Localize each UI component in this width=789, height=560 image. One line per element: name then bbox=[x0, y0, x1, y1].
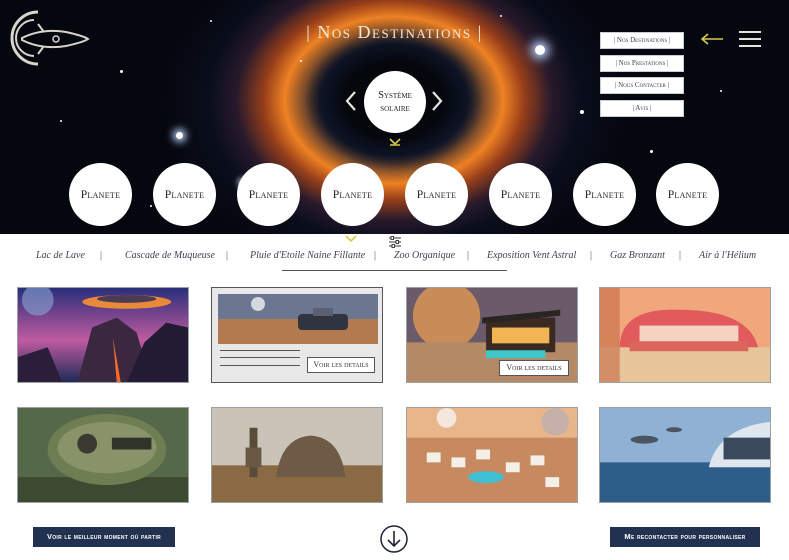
chevron-right-icon[interactable] bbox=[430, 90, 444, 112]
planet-button[interactable]: Planete bbox=[489, 163, 552, 226]
filter-separator: | bbox=[100, 250, 103, 261]
destination-card[interactable] bbox=[599, 287, 771, 383]
destination-image bbox=[218, 294, 378, 344]
filter-cascade-de-muqueuse[interactable]: Cascade de Muqueuse bbox=[125, 250, 215, 261]
planet-button[interactable]: Planete bbox=[69, 163, 132, 226]
arrow-left-icon[interactable] bbox=[700, 32, 724, 46]
planet-button[interactable]: Planete bbox=[153, 163, 216, 226]
nav-menu: | Nos Destinations | | Nos Prestations |… bbox=[600, 32, 686, 122]
filter-exposition-vent-astral[interactable]: Exposition Vent Astral bbox=[487, 250, 576, 261]
filter-settings-icon[interactable] bbox=[388, 236, 402, 248]
filter-separator: | bbox=[226, 250, 229, 261]
hamburger-menu-icon[interactable] bbox=[739, 31, 761, 49]
star bbox=[60, 120, 62, 122]
destination-card-selected[interactable]: Voir les details bbox=[211, 287, 383, 383]
destination-image bbox=[18, 408, 188, 502]
destination-image bbox=[600, 288, 770, 382]
destination-image bbox=[407, 408, 577, 502]
best-time-button[interactable]: Voir le meilleur moment où partir bbox=[33, 527, 175, 547]
system-selector[interactable]: Système solaire bbox=[364, 71, 426, 133]
text-placeholder-line bbox=[220, 365, 300, 366]
active-filter-underline bbox=[282, 270, 507, 271]
filter-separator: | bbox=[467, 250, 470, 261]
planet-button[interactable]: Planete bbox=[321, 163, 384, 226]
filter-bar: Lac de Lave | Cascade de Muqueuse | Plui… bbox=[0, 250, 789, 266]
destination-card[interactable] bbox=[211, 407, 383, 503]
destination-card[interactable] bbox=[17, 407, 189, 503]
filter-zoo-organique[interactable]: Zoo Organique bbox=[394, 250, 455, 261]
destination-image bbox=[212, 408, 382, 502]
chevron-down-icon[interactable] bbox=[388, 137, 402, 147]
destination-card[interactable] bbox=[17, 287, 189, 383]
filter-air-helium[interactable]: Air à l'Hélium bbox=[699, 250, 756, 261]
nav-item-prestations[interactable]: | Nos Prestations | bbox=[600, 54, 684, 72]
text-placeholder-line bbox=[220, 357, 300, 358]
star bbox=[500, 15, 502, 17]
star bbox=[150, 205, 152, 207]
planet-button[interactable]: Planete bbox=[405, 163, 468, 226]
scroll-down-icon[interactable] bbox=[380, 525, 408, 553]
star bbox=[580, 110, 584, 114]
system-label: Système solaire bbox=[378, 90, 412, 114]
star bbox=[650, 150, 653, 153]
filter-pluie-etoile[interactable]: Pluie d'Etoile Naine Fillante bbox=[250, 250, 365, 261]
nav-item-avis[interactable]: | Avis | bbox=[600, 99, 684, 117]
contact-customize-button[interactable]: Me recontacter pour personnaliser bbox=[610, 527, 760, 547]
planet-button[interactable]: Planete bbox=[237, 163, 300, 226]
planet-button[interactable]: Planete bbox=[573, 163, 636, 226]
filter-separator: | bbox=[374, 250, 377, 261]
details-button[interactable]: Voir les details bbox=[499, 360, 569, 376]
star bbox=[720, 90, 722, 92]
filter-lac-de-lave[interactable]: Lac de Lave bbox=[36, 250, 85, 261]
destination-image bbox=[600, 408, 770, 502]
star bbox=[300, 60, 302, 62]
destination-card[interactable]: Voir les details bbox=[406, 287, 578, 383]
chevron-down-icon bbox=[345, 235, 357, 243]
star bbox=[535, 45, 545, 55]
destination-image bbox=[18, 288, 188, 382]
destination-card[interactable] bbox=[406, 407, 578, 503]
filter-separator: | bbox=[679, 250, 682, 261]
hero-banner: | Nos Destinations | | Nos Destinations … bbox=[0, 0, 789, 234]
destination-card[interactable] bbox=[599, 407, 771, 503]
chevron-left-icon[interactable] bbox=[344, 90, 358, 112]
nav-item-destinations[interactable]: | Nos Destinations | bbox=[600, 32, 684, 49]
star bbox=[176, 132, 183, 139]
planet-button[interactable]: Planete bbox=[656, 163, 719, 226]
star bbox=[120, 70, 123, 73]
nav-item-contact[interactable]: | Nous Contacter | bbox=[600, 77, 684, 94]
text-placeholder-line bbox=[220, 350, 300, 351]
filter-gaz-bronzant[interactable]: Gaz Bronzant bbox=[610, 250, 665, 261]
filter-separator: | bbox=[590, 250, 593, 261]
details-button[interactable]: Voir les details bbox=[307, 357, 375, 373]
